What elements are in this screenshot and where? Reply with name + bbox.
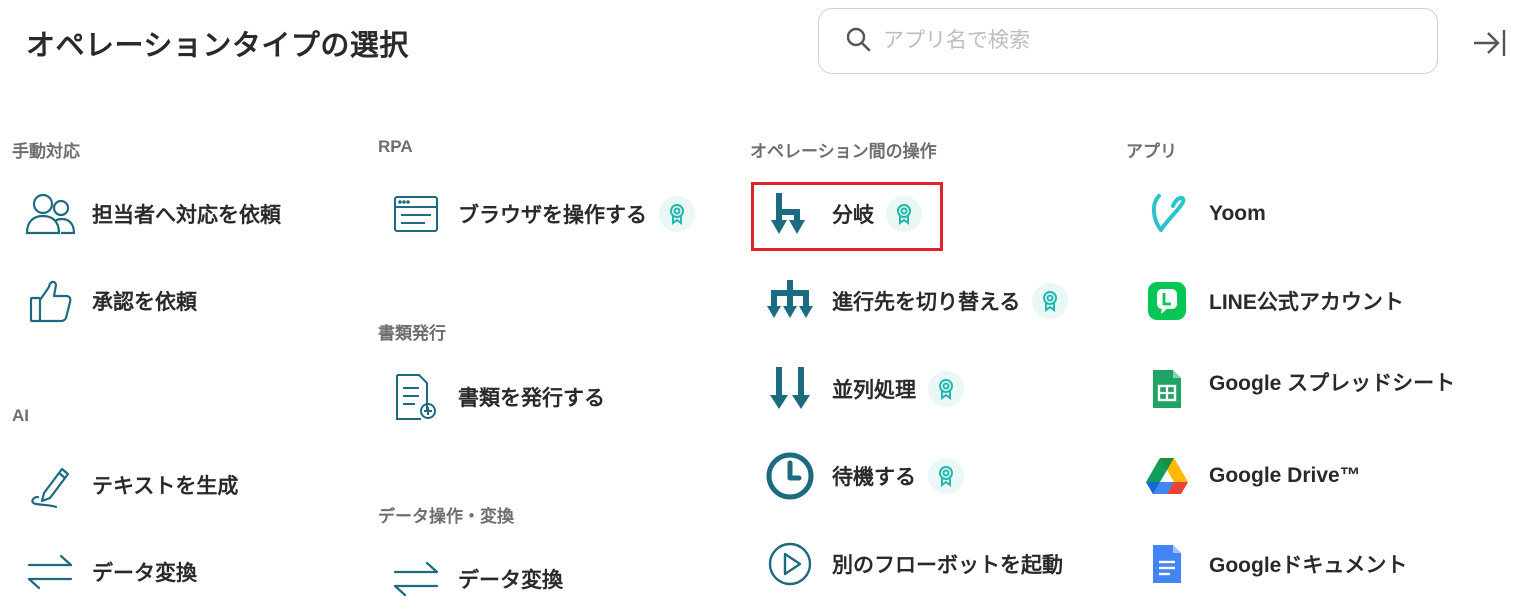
line-logo-icon xyxy=(1139,273,1195,329)
section-heading-apps: アプリ xyxy=(1126,142,1177,161)
op-item-label: 進行先を切り替える xyxy=(832,291,1021,314)
op-item-label: 別のフローボットを起動 xyxy=(832,554,1063,577)
op-item-label: 並列処理 xyxy=(832,379,916,402)
app-search-box[interactable] xyxy=(818,8,1438,74)
search-icon xyxy=(845,26,871,57)
award-icon xyxy=(1032,283,1069,319)
app-item-label: LINE公式アカウント xyxy=(1209,291,1404,314)
app-item-google-sheets[interactable]: Google スプレッドシート xyxy=(1139,361,1455,417)
google-docs-icon xyxy=(1139,536,1195,592)
op-item-label: ブラウザを操作する xyxy=(458,204,647,227)
pen-icon xyxy=(22,457,78,513)
op-item-label: 承認を依頼 xyxy=(92,291,197,314)
section-heading-rpa: RPA xyxy=(378,137,413,156)
section-heading-manual: 手動対応 xyxy=(12,142,80,161)
browser-icon xyxy=(388,186,444,242)
document-add-icon xyxy=(388,369,444,425)
op-item-wait[interactable]: 待機する xyxy=(762,448,964,504)
op-item-request-approval[interactable]: 承認を依頼 xyxy=(22,273,197,329)
op-item-assign-task[interactable]: 担当者へ対応を依頼 xyxy=(22,186,281,242)
op-item-browser-automation[interactable]: ブラウザを操作する xyxy=(388,186,695,242)
op-item-label: データ変換 xyxy=(92,562,197,585)
app-item-label: Google スプレッドシート xyxy=(1209,372,1456,395)
page-title: オペレーションタイプの選択 xyxy=(26,30,409,62)
award-icon xyxy=(659,196,695,232)
op-item-label: テキストを生成 xyxy=(92,475,239,498)
op-item-label: 待機する xyxy=(832,466,916,489)
op-item-label: データ変換 xyxy=(458,569,563,592)
google-sheets-icon xyxy=(1139,361,1195,417)
section-heading-flow-ops: オペレーション間の操作 xyxy=(750,142,937,161)
op-item-switch-route[interactable]: 進行先を切り替える xyxy=(762,273,1069,329)
search-input[interactable] xyxy=(881,28,1405,54)
op-item-label: 担当者へ対応を依頼 xyxy=(92,204,281,227)
app-item-google-drive[interactable]: Google Drive™ xyxy=(1139,448,1361,504)
app-item-label: Yoom xyxy=(1209,202,1266,225)
op-item-issue-document[interactable]: 書類を発行する xyxy=(388,369,605,425)
app-item-label: Googleドキュメント xyxy=(1209,554,1408,577)
parallel-arrows-icon xyxy=(762,361,818,417)
app-item-label: Google Drive™ xyxy=(1209,464,1361,487)
award-icon xyxy=(928,371,964,407)
op-item-label: 書類を発行する xyxy=(458,387,605,410)
google-drive-icon xyxy=(1139,448,1195,504)
thumbs-up-icon xyxy=(22,273,78,329)
section-heading-data-ops: データ操作・変換 xyxy=(378,507,514,526)
op-item-parallel[interactable]: 並列処理 xyxy=(762,361,964,417)
collapse-panel-button[interactable] xyxy=(1470,24,1508,62)
swap-arrows-icon xyxy=(22,544,78,600)
award-icon xyxy=(928,458,964,494)
arrow-to-right-icon xyxy=(1474,30,1506,56)
op-item-data-convert[interactable]: データ変換 xyxy=(388,551,563,607)
users-icon xyxy=(22,186,78,242)
section-heading-ai: AI xyxy=(12,406,29,425)
op-item-generate-text[interactable]: テキストを生成 xyxy=(22,457,238,513)
yoom-logo-icon xyxy=(1139,186,1195,242)
op-item-launch-flowbot[interactable]: 別のフローボットを起動 xyxy=(762,536,1063,592)
app-item-google-docs[interactable]: Googleドキュメント xyxy=(1139,536,1407,592)
clock-icon xyxy=(762,448,818,504)
op-item-data-convert-ai[interactable]: データ変換 xyxy=(22,544,197,600)
app-item-line[interactable]: LINE公式アカウント xyxy=(1139,273,1404,329)
play-circle-icon xyxy=(762,536,818,592)
selected-item-highlight xyxy=(751,182,943,251)
swap-arrows-icon xyxy=(388,551,444,607)
multi-branch-icon xyxy=(762,273,818,329)
app-item-yoom[interactable]: Yoom xyxy=(1139,186,1266,242)
section-heading-document: 書類発行 xyxy=(378,324,446,343)
